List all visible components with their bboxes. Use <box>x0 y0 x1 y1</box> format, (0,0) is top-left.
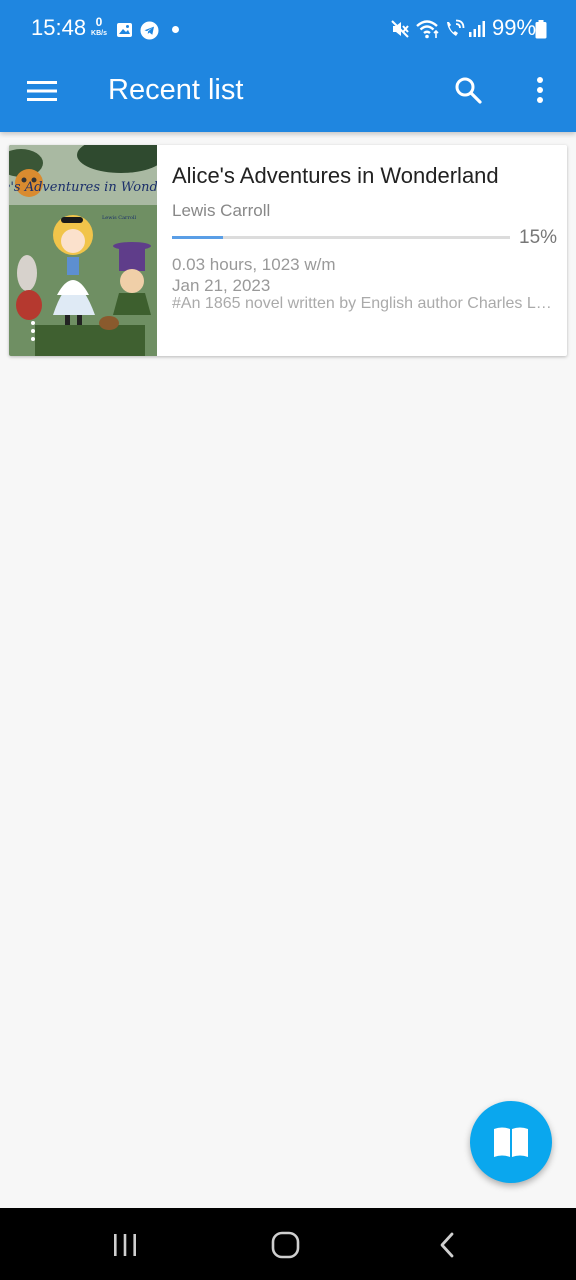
net-speed-value: 0 <box>95 15 103 29</box>
page-title: Recent list <box>108 74 244 106</box>
book-cover-image: Alice's Adventures in Wonderland Lewis C… <box>9 145 157 356</box>
book-cover[interactable]: Alice's Adventures in Wonderland Lewis C… <box>9 145 157 356</box>
search-icon[interactable] <box>454 76 482 104</box>
book-title: Alice's Adventures in Wonderland <box>172 163 499 188</box>
net-speed: 0 KB/s <box>89 15 109 38</box>
signal-icon <box>469 21 485 37</box>
status-bar: 15:48 0 KB/s 99% <box>0 0 576 60</box>
book-description: #An 1865 novel written by English author… <box>172 295 552 312</box>
menu-icon[interactable] <box>27 80 57 102</box>
mute-icon <box>391 20 409 38</box>
cover-title-text: Alice's Adventures in Wonderland <box>9 180 157 195</box>
back-icon[interactable] <box>438 1232 456 1258</box>
battery-percent: 99% <box>492 15 537 40</box>
telegram-icon <box>140 21 159 40</box>
reading-progress-percent: 15% <box>519 227 558 248</box>
wifi-calling-icon <box>447 19 465 36</box>
book-author: Lewis Carroll <box>172 201 271 220</box>
home-icon[interactable] <box>271 1231 300 1259</box>
book-card[interactable]: Alice's Adventures in Wonderland Lewis C… <box>9 145 567 356</box>
cover-author-text: Lewis Carroll <box>102 215 137 221</box>
notification-dot-icon <box>172 26 179 33</box>
open-book-icon <box>494 1127 528 1157</box>
open-book-button[interactable] <box>470 1101 552 1183</box>
reading-progress-bar <box>172 236 510 239</box>
battery-icon <box>535 20 547 39</box>
gallery-icon <box>117 23 132 37</box>
system-nav-bar <box>0 1208 576 1280</box>
wifi-icon <box>416 20 439 39</box>
more-vert-icon[interactable] <box>534 76 546 104</box>
book-date: Jan 21, 2023 <box>172 276 271 295</box>
reading-time: 0.03 hours, 1023 w/m <box>172 255 336 274</box>
net-speed-unit: KB/s <box>91 30 107 37</box>
recent-apps-icon[interactable] <box>112 1233 138 1257</box>
status-time: 15:48 <box>31 15 87 40</box>
app-bar: 15:48 0 KB/s 99% Recent list <box>0 0 576 132</box>
reading-progress-fill <box>172 236 223 239</box>
